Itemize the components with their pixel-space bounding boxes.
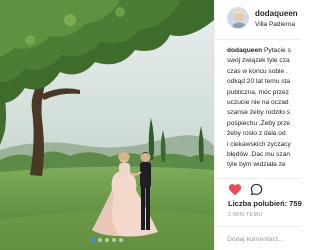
caption-line: dodaqueen Pytacie s <box>227 47 291 54</box>
heart-icon[interactable] <box>228 183 242 196</box>
comment-icon[interactable] <box>250 183 263 196</box>
username-link[interactable]: dodaqueen <box>255 9 298 18</box>
location-link[interactable]: Villa Padierna <box>255 21 295 28</box>
avatar-image <box>228 8 248 28</box>
carousel-dot <box>105 238 109 242</box>
caption-line: swoj związek tyle cza <box>227 57 290 65</box>
post-photo[interactable] <box>0 0 214 250</box>
caption-line: pośpiechu .Żeby prze <box>227 119 291 127</box>
post-side-panel: dodaqueen Villa Padierna dodaqueen Pytac… <box>214 0 302 250</box>
post-actions <box>215 178 301 198</box>
post-header: dodaqueen Villa Padierna <box>215 0 301 40</box>
caption-line: tyle bym widziała ze <box>227 161 286 169</box>
carousel-dot <box>119 238 123 242</box>
caption-line: odkąd 20 lat temu sta <box>227 78 291 86</box>
caption-line: błędów .Dac mu szan <box>227 151 291 159</box>
caption-username[interactable]: dodaqueen <box>227 47 262 54</box>
carousel-dot <box>91 238 95 242</box>
post-caption: dodaqueen Pytacie s swoj związek tyle cz… <box>227 46 307 179</box>
caption-line: żeby rosło z dala od <box>227 130 286 138</box>
caption-line: publiczna, móc przez <box>227 88 289 96</box>
wedding-photo-image <box>0 0 214 250</box>
avatar[interactable] <box>227 7 249 29</box>
caption-line: szanse żeby rodziło s <box>227 109 291 117</box>
post-timestamp: 2 MIN TEMU <box>228 212 263 218</box>
caption-line: czas w koncu sobie . <box>227 67 288 75</box>
carousel-dot <box>112 238 116 242</box>
caption-line: i ciekawskich zyczacy <box>227 140 291 148</box>
comment-input[interactable] <box>227 233 299 245</box>
add-comment-bar <box>215 226 301 250</box>
caption-line: uczucie nie na oczad <box>227 99 289 107</box>
carousel-dot <box>98 238 102 242</box>
carousel-indicator <box>0 238 214 242</box>
likes-count[interactable]: Liczba polubień: 759 <box>228 199 302 208</box>
